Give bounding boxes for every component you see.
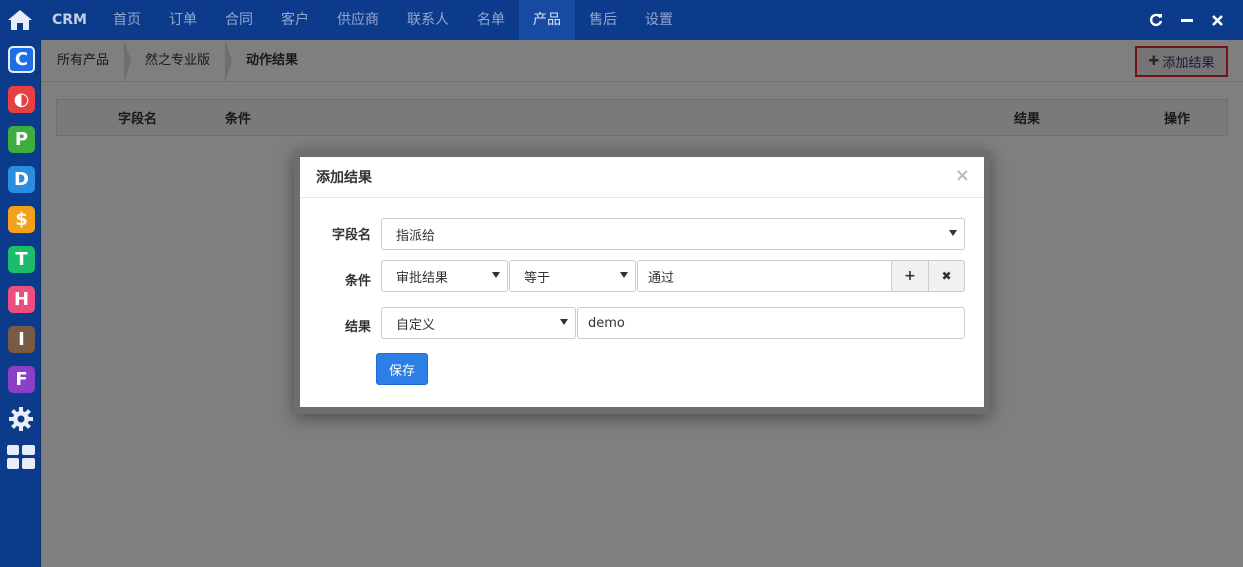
chevron-down-icon <box>949 230 957 236</box>
app-d-icon[interactable]: D <box>8 166 35 193</box>
refresh-button[interactable] <box>1140 0 1171 40</box>
window-actions <box>1140 0 1243 40</box>
remove-condition-button[interactable]: ✖ <box>928 260 965 292</box>
app-p-icon[interactable]: P <box>8 126 35 153</box>
nav-item-4[interactable]: 供应商 <box>323 0 393 40</box>
result-type-select[interactable]: 自定义 <box>381 307 576 339</box>
gear-icon <box>9 407 33 431</box>
brand-label[interactable]: CRM <box>40 12 99 28</box>
nav-item-9[interactable]: 设置 <box>631 0 687 40</box>
home-button[interactable] <box>0 0 40 40</box>
app-dollar-icon[interactable]: $ <box>8 206 35 233</box>
nav-item-0[interactable]: 首页 <box>99 0 155 40</box>
condition-label: 条件 <box>344 274 371 289</box>
settings-app-button[interactable] <box>8 406 34 436</box>
main-nav: 首页 订单 合同 客户 供应商 联系人 名单 产品 售后 设置 <box>99 0 687 40</box>
app-f-icon[interactable]: F <box>8 366 35 393</box>
result-value-text: demo <box>588 315 625 331</box>
add-result-modal: 添加结果 × 字段名 指派给 条件 审批结果 等于 通过 + ✖ 结果 自定义 <box>294 150 990 414</box>
result-type-value: 自定义 <box>396 317 436 333</box>
app-t-icon[interactable]: T <box>8 246 35 273</box>
nav-item-1[interactable]: 订单 <box>155 0 211 40</box>
result-value-input[interactable]: demo <box>577 307 965 339</box>
all-apps-button[interactable] <box>7 445 35 473</box>
result-label: 结果 <box>344 320 371 335</box>
app-circle-icon[interactable]: ◐ <box>8 86 35 113</box>
condition-operator-select[interactable]: 等于 <box>509 260 636 292</box>
nav-item-6[interactable]: 名单 <box>463 0 519 40</box>
minimize-button[interactable] <box>1171 0 1202 40</box>
nav-item-3[interactable]: 客户 <box>267 0 323 40</box>
close-window-button[interactable] <box>1202 0 1233 40</box>
refresh-icon <box>1149 13 1162 27</box>
condition-field-select[interactable]: 审批结果 <box>381 260 508 292</box>
field-name-select[interactable]: 指派给 <box>381 218 965 250</box>
modal-close-button[interactable]: × <box>955 165 970 186</box>
modal-title: 添加结果 <box>300 157 984 198</box>
app-i-icon[interactable]: I <box>8 326 35 353</box>
condition-field-value: 审批结果 <box>396 270 449 286</box>
nav-item-2[interactable]: 合同 <box>211 0 267 40</box>
nav-item-5[interactable]: 联系人 <box>393 0 463 40</box>
save-button[interactable]: 保存 <box>376 353 428 385</box>
chevron-down-icon <box>560 319 568 325</box>
condition-operator-value: 等于 <box>524 270 551 286</box>
chevron-down-icon <box>620 272 628 278</box>
app-sidebar: C ◐ P D $ T H I F <box>0 40 41 567</box>
field-name-label: 字段名 <box>331 228 371 243</box>
app-h-icon[interactable]: H <box>8 286 35 313</box>
top-navbar: CRM 首页 订单 合同 客户 供应商 联系人 名单 产品 售后 设置 <box>0 0 1243 40</box>
condition-value-text: 通过 <box>648 270 675 286</box>
nav-item-7[interactable]: 产品 <box>519 0 575 40</box>
chevron-down-icon <box>492 272 500 278</box>
close-icon <box>1212 14 1223 26</box>
add-condition-button[interactable]: + <box>891 260 929 292</box>
minimize-icon <box>1180 19 1193 22</box>
grid-icon <box>7 445 35 469</box>
home-icon <box>8 10 32 30</box>
condition-value-input[interactable]: 通过 <box>637 260 892 292</box>
field-name-value: 指派给 <box>396 228 436 244</box>
nav-item-8[interactable]: 售后 <box>575 0 631 40</box>
app-c-icon[interactable]: C <box>8 46 35 73</box>
modal-body: 添加结果 × 字段名 指派给 条件 审批结果 等于 通过 + ✖ 结果 自定义 <box>300 157 984 407</box>
